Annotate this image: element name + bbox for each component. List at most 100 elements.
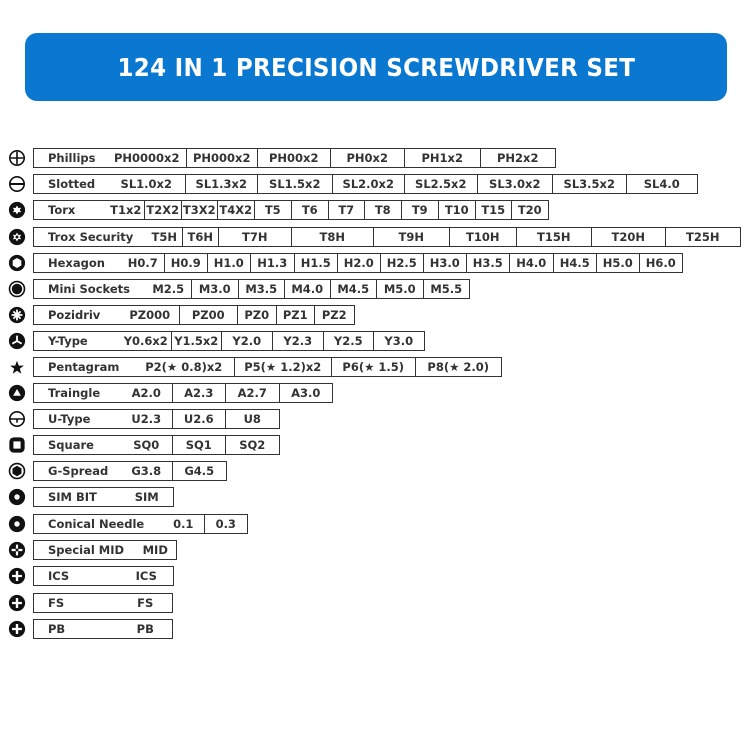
bit-type-label: Special MID [33, 540, 136, 560]
bit-type-label: ICS [33, 566, 121, 586]
bit-type-label: Trox Security [33, 227, 148, 247]
bit-type-label: Y-Type [33, 331, 122, 351]
bit-size-cell-text: PZ00 [191, 308, 225, 322]
bit-size-cell-text: M5.0 [383, 282, 416, 296]
bit-size-cell-text: P2(★ 0.8)x2 [145, 360, 223, 374]
bit-size-cell: T8 [365, 200, 402, 220]
bit-size-cell-text: T6 [301, 203, 318, 217]
bit-size-cell: SL2.0x2 [333, 174, 405, 194]
bit-size-cell-text: SL2.0x2 [342, 177, 394, 191]
bit-type-label-text: Pozidriv [48, 308, 101, 322]
bit-size-cell: H2.0 [338, 253, 381, 273]
bit-size-cell: T10 [439, 200, 476, 220]
bit-size-cell-text: P8(★ 2.0) [427, 360, 490, 374]
bit-type-label-text: PB [48, 622, 66, 636]
bit-size-cell: PZ000 [121, 305, 180, 325]
bit-size-cell: Y1.5x2 [172, 331, 222, 351]
bit-size-cell: H3.0 [424, 253, 467, 273]
bit-size-cell-text: SL3.0x2 [489, 177, 541, 191]
bit-size-cell-text: SL2.5x2 [415, 177, 467, 191]
bit-size-cell: T5 [255, 200, 292, 220]
bit-size-cell-text: H4.0 [516, 256, 547, 270]
bit-type-label-text: Pentagram [48, 360, 120, 374]
bit-size-cell: H1.0 [208, 253, 251, 273]
hexagon-icon [8, 254, 26, 272]
bit-size-cell: T5H [147, 227, 183, 247]
bit-size-cell: M3.5 [239, 279, 285, 299]
bit-size-cell-text: P5(★ 1.2)x2 [244, 360, 322, 374]
bit-size-cell: M3.0 [192, 279, 239, 299]
bit-size-cell-text: H1.0 [213, 256, 244, 270]
bit-size-cell: T20 [512, 200, 549, 220]
bit-size-cell: Y0.6x2 [121, 331, 172, 351]
bit-size-cell: PZ1 [277, 305, 315, 325]
bit-type-label: Phillips [33, 148, 109, 168]
bit-size-cell-text: T9H [398, 230, 424, 244]
bit-size-cell-text: H0.9 [170, 256, 201, 270]
bit-size-cell: PZ00 [180, 305, 238, 325]
bit-size-cell: M2.5 [146, 279, 192, 299]
bit-size-cell: FS [119, 593, 173, 613]
bit-size-cell: P8(★ 2.0) [416, 357, 502, 377]
ics-icon [8, 567, 26, 585]
triangle-icon [8, 384, 26, 402]
bit-size-cell: T7H [219, 227, 292, 247]
bit-size-cell: PZ0 [238, 305, 277, 325]
bit-size-cell-text: T10H [466, 230, 500, 244]
bit-type-label-text: G-Spread [48, 464, 109, 478]
bit-type-label: Pozidriv [33, 305, 122, 325]
bit-size-cell: SL4.0 [627, 174, 698, 194]
fs-icon [8, 594, 26, 612]
bit-size-cell-text: SL4.0 [643, 177, 680, 191]
bit-size-cell: T20H [592, 227, 666, 247]
bit-type-label-text: Square [48, 438, 94, 452]
bit-type-label: Slotted [33, 174, 109, 194]
bit-size-cell-text: H2.5 [386, 256, 417, 270]
bit-size-cell: PH00x2 [258, 148, 331, 168]
bit-size-cell: PH1x2 [405, 148, 481, 168]
bit-size-cell-text: M4.0 [291, 282, 324, 296]
bit-size-cell: U2.6 [173, 409, 226, 429]
bit-type-label-text: FS [48, 596, 65, 610]
bit-type-label-text: Slotted [48, 177, 96, 191]
bit-size-cell-text: M5.5 [430, 282, 463, 296]
bit-size-cell: A2.3 [173, 383, 226, 403]
bit-type-label-text: ICS [48, 569, 70, 583]
bit-type-label: Conical Needle [33, 514, 164, 534]
bit-size-cell-text: A2.0 [131, 386, 161, 400]
bit-size-cell-text: T20 [517, 203, 542, 217]
bit-size-cell-text: Y1.5x2 [174, 334, 219, 348]
bit-size-cell-text: M2.5 [152, 282, 185, 296]
bit-size-cell: 0.1 [163, 514, 205, 534]
bit-size-cell-text: T25H [686, 230, 720, 244]
bit-size-cell: Y3.0 [374, 331, 425, 351]
bit-size-cell: P6(★ 1.5) [332, 357, 416, 377]
u-type-icon [8, 410, 26, 428]
bit-type-label: PB [33, 619, 120, 639]
bit-size-cell-text: 0.3 [215, 517, 236, 531]
bit-size-cell: SL3.0x2 [478, 174, 553, 194]
bit-type-label-text: U-Type [48, 412, 91, 426]
bit-size-cell: T7 [329, 200, 365, 220]
bit-type-label-text: SIM BIT [48, 490, 97, 504]
mini-socket-icon [8, 280, 26, 298]
torx-icon [8, 201, 26, 219]
bit-size-cell-text: T1x2 [110, 203, 142, 217]
bit-size-cell-text: SL3.5x2 [563, 177, 615, 191]
bit-size-cell-text: PZ0 [244, 308, 270, 322]
bit-size-cell-text: U2.3 [131, 412, 162, 426]
bit-size-cell-text: H1.3 [257, 256, 288, 270]
bit-size-cell-text: M3.5 [245, 282, 278, 296]
bit-size-cell: T15 [476, 200, 512, 220]
bit-size-cell: 0.3 [205, 514, 248, 534]
bit-size-cell-text: H3.5 [472, 256, 503, 270]
bit-size-cell: T4X2 [218, 200, 255, 220]
bit-size-cell: PH000x2 [187, 148, 258, 168]
bit-type-label: Square [33, 435, 122, 455]
bit-size-cell-text: T10 [444, 203, 469, 217]
bit-size-cell: SL2.5x2 [405, 174, 478, 194]
bit-size-cell: ICS [120, 566, 174, 586]
bit-size-cell: T9H [374, 227, 450, 247]
bit-size-cell: M4.0 [285, 279, 331, 299]
pozidriv-icon [8, 306, 26, 324]
